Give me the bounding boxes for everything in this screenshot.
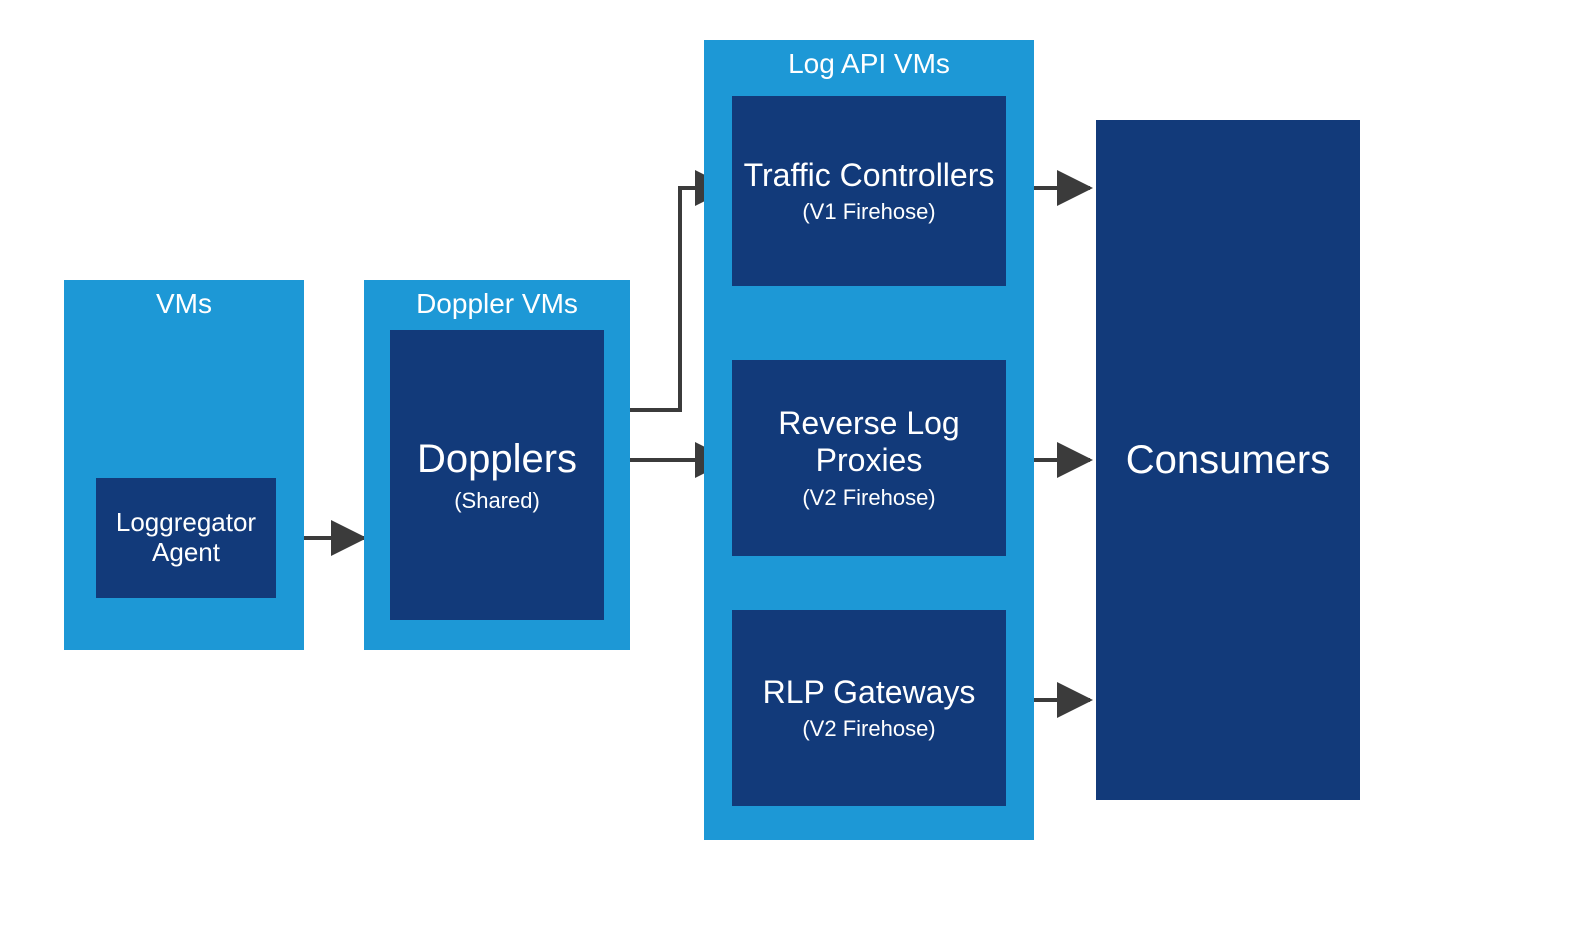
node-dopplers-title: Dopplers xyxy=(417,436,577,482)
node-consumers: Consumers xyxy=(1096,120,1360,800)
node-rlpgw-title: RLP Gateways xyxy=(763,674,976,711)
node-rlp-gateways: RLP Gateways (V2 Firehose) xyxy=(732,610,1006,806)
node-reverse-log-proxies: Reverse Log Proxies (V2 Firehose) xyxy=(732,360,1006,556)
node-loggregator-agent: Loggregator Agent xyxy=(96,478,276,598)
diagram-stage: VMs Loggregator Agent Doppler VMs Dopple… xyxy=(0,0,1584,936)
node-consumers-title: Consumers xyxy=(1126,437,1331,483)
node-rlp-sub: (V2 Firehose) xyxy=(802,485,935,511)
node-rlp-title: Reverse Log Proxies xyxy=(740,405,998,479)
group-doppler-title: Doppler VMs xyxy=(364,280,630,320)
node-traffic-title: Traffic Controllers xyxy=(744,157,995,194)
group-vms-title: VMs xyxy=(64,280,304,320)
node-traffic-controllers: Traffic Controllers (V1 Firehose) xyxy=(732,96,1006,286)
node-dopplers: Dopplers (Shared) xyxy=(390,330,604,620)
node-loggregator-title: Loggregator Agent xyxy=(104,508,268,568)
node-rlpgw-sub: (V2 Firehose) xyxy=(802,716,935,742)
node-traffic-sub: (V1 Firehose) xyxy=(802,199,935,225)
group-logapi-title: Log API VMs xyxy=(704,40,1034,80)
node-dopplers-sub: (Shared) xyxy=(454,488,540,514)
